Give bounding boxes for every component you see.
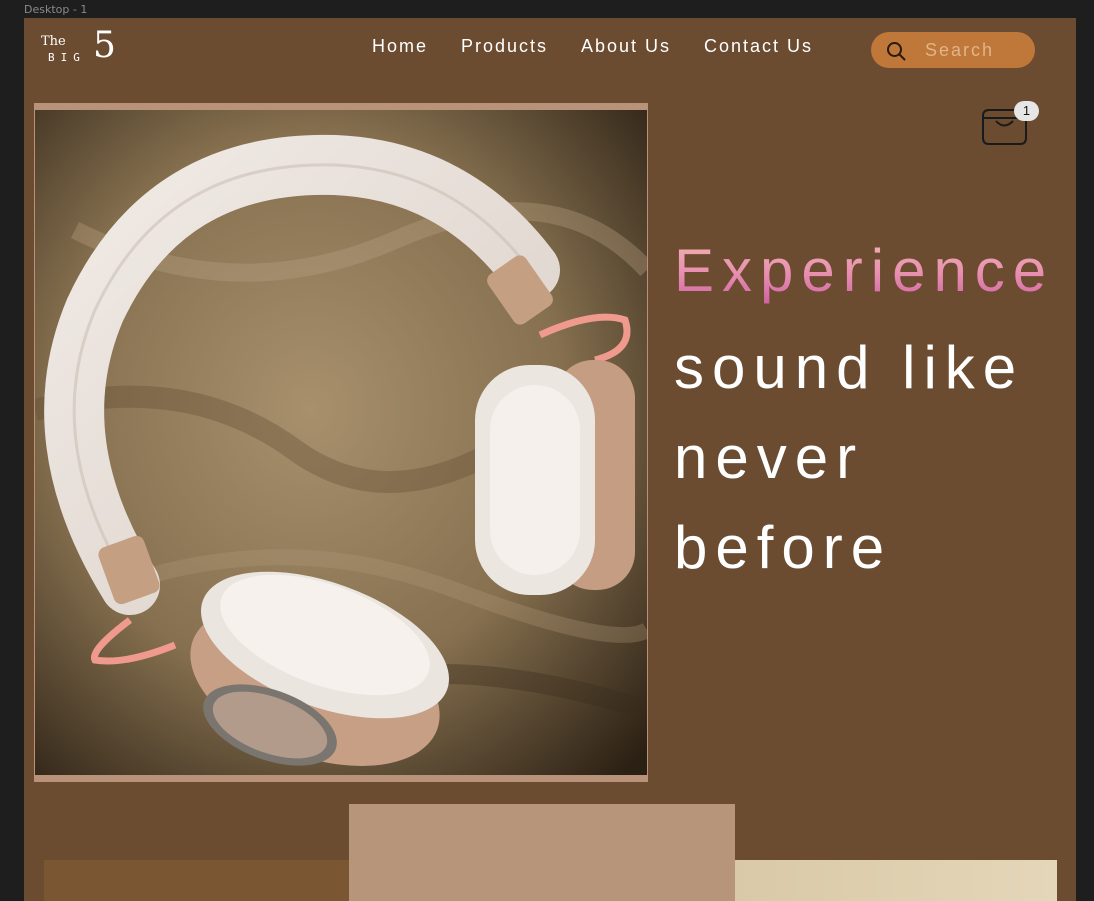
search-icon (887, 42, 906, 61)
headline-line-2: never (674, 424, 865, 491)
nav-item-about-us[interactable]: About Us (581, 36, 671, 57)
search-bar[interactable] (871, 32, 1035, 68)
cart-count-badge: 1 (1014, 101, 1039, 121)
search-input[interactable] (925, 39, 1025, 61)
desktop-frame: The BIG 5 Home Products About Us Contact… (24, 18, 1076, 901)
product-card-right[interactable] (735, 860, 1057, 901)
logo-the-text: The (41, 34, 66, 49)
nav-item-products[interactable]: Products (461, 36, 548, 57)
headline-highlight: Experience (674, 233, 1074, 323)
brand-logo[interactable]: The BIG 5 (41, 28, 121, 68)
product-card-left[interactable] (44, 860, 349, 901)
logo-five-text: 5 (93, 25, 116, 66)
product-card-center[interactable] (349, 804, 735, 901)
logo-big-text: BIG (48, 51, 86, 64)
headline-line-1: sound like (674, 334, 1025, 401)
headphones-illustration (35, 110, 647, 775)
nav-item-contact-us[interactable]: Contact Us (704, 36, 813, 57)
hero-headline: Experience sound like never before (674, 233, 1074, 593)
nav-item-home[interactable]: Home (372, 36, 428, 57)
hero-image (34, 103, 648, 782)
cart-button[interactable]: 1 (980, 101, 1040, 146)
headline-line-3: before (674, 514, 893, 581)
frame-label: Desktop - 1 (24, 3, 88, 16)
